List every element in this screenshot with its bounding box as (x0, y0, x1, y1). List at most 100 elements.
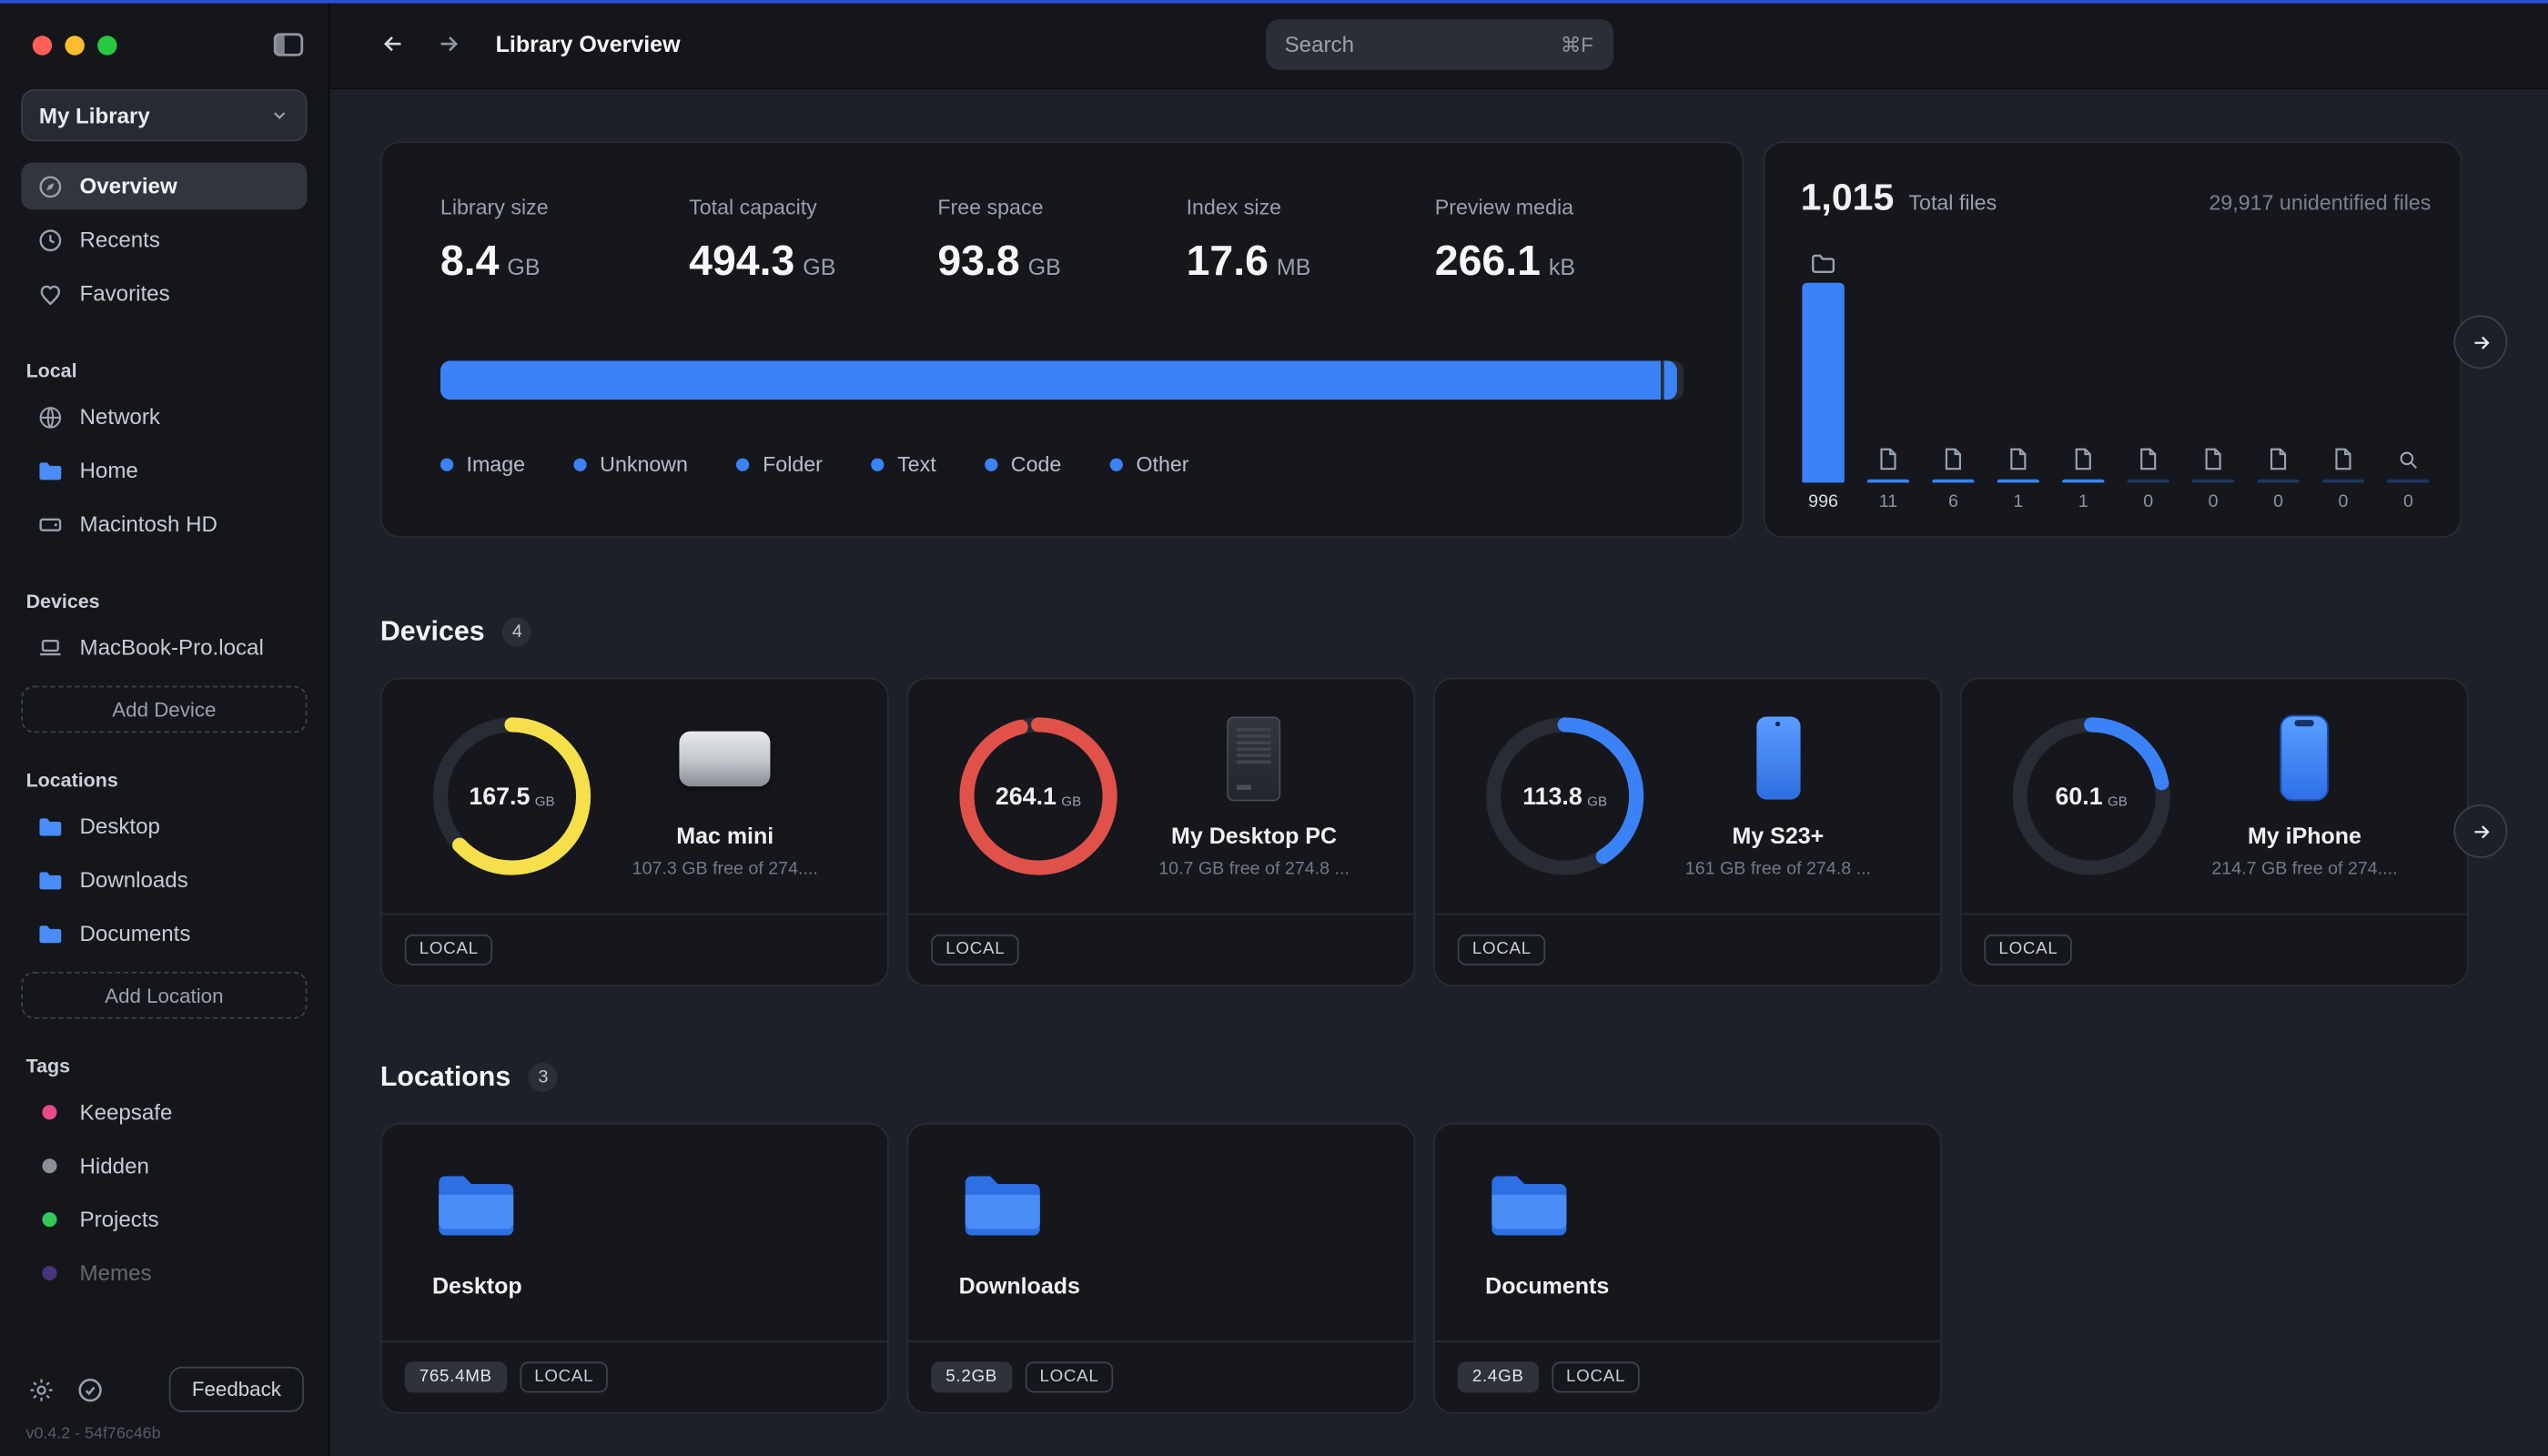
sidebar-item-macbook[interactable]: MacBook-Pro.local (21, 624, 307, 672)
folder-icon (35, 866, 63, 894)
device-usage-ring: 60.1GB (2010, 715, 2173, 878)
stat-value: 17.6 (1187, 236, 1269, 285)
arrow-right-icon (2468, 820, 2494, 843)
heart-icon (35, 279, 63, 307)
feedback-button[interactable]: Feedback (169, 1367, 304, 1412)
sidebar-item-desktop[interactable]: Desktop (21, 803, 307, 850)
location-card-downloads[interactable]: Downloads 5.2GB LOCAL (906, 1123, 1415, 1414)
settings-button[interactable] (25, 1372, 59, 1407)
sidebar-item-home[interactable]: Home (21, 447, 307, 494)
library-select[interactable]: My Library (21, 89, 307, 141)
mac-mini-image (680, 731, 771, 786)
sidebar-item-downloads[interactable]: Downloads (21, 856, 307, 904)
back-button[interactable] (372, 25, 414, 64)
sidebar-section-locations: Locations (26, 769, 308, 792)
size-badge: 2.4GB (1458, 1362, 1539, 1392)
device-card-mac-mini[interactable]: 167.5GB Mac mini 107.3 GB free of 274...… (380, 678, 889, 986)
chart-column: 0 (2385, 449, 2431, 513)
sidebar-item-overview[interactable]: Overview (21, 163, 307, 210)
legend-dot (1110, 458, 1123, 470)
local-badge: LOCAL (1552, 1362, 1640, 1392)
add-location-button[interactable]: Add Location (21, 972, 307, 1019)
clock-icon (35, 226, 63, 253)
sidebar-item-documents[interactable]: Documents (21, 910, 307, 957)
sidebar-item-label: Documents (80, 922, 191, 946)
sidebar-item-recents[interactable]: Recents (21, 217, 307, 264)
stat-unit: kB (1549, 254, 1575, 280)
device-free-space-label: 107.3 GB free of 274.... (632, 859, 818, 878)
sidebar-item-macintosh-hd[interactable]: Macintosh HD (21, 500, 307, 548)
sidebar-item-label: Projects (80, 1208, 159, 1232)
folder-icon (1485, 1170, 1572, 1242)
legend-item-other: Other (1110, 451, 1189, 476)
sidebar-tag-projects[interactable]: Projects (21, 1196, 307, 1243)
chart-column: 1 (1996, 447, 2041, 513)
stat-label: Preview media (1435, 195, 1684, 219)
window-controls (21, 0, 307, 89)
hard-drive-icon (35, 511, 63, 538)
location-card-documents[interactable]: Documents 2.4GB LOCAL (1433, 1123, 1942, 1414)
add-device-button[interactable]: Add Device (21, 686, 307, 733)
device-card-iphone[interactable]: 60.1GB My iPhone 214.7 GB free of 274...… (1960, 678, 2469, 986)
location-card-desktop[interactable]: Desktop 765.4MB LOCAL (380, 1123, 889, 1414)
sidebar-item-label: MacBook-Pro.local (80, 635, 264, 660)
file-export-icon (2269, 447, 2288, 471)
usage-bar-segment (440, 360, 1661, 399)
stat-label: Total capacity (689, 195, 937, 219)
status-check-button[interactable] (73, 1372, 107, 1407)
sidebar-item-label: Macintosh HD (80, 512, 217, 537)
stat-index-size: Index size 17.6MB (1187, 195, 1435, 286)
search-shortcut-label: ⌘F (1561, 32, 1593, 56)
minimize-window-button[interactable] (65, 35, 84, 54)
version-label: v0.4.2 - 54f76c46b (21, 1419, 307, 1456)
sidebar-section-tags: Tags (26, 1055, 308, 1077)
location-name: Downloads (959, 1272, 1414, 1299)
scroll-right-button-top[interactable] (2453, 315, 2507, 369)
legend-dot (737, 458, 750, 470)
arrow-right-icon (2468, 330, 2494, 353)
device-name: My iPhone (2248, 822, 2361, 848)
legend-dot (985, 458, 997, 470)
file-media-icon (2074, 447, 2093, 471)
sidebar-item-label: Home (80, 459, 138, 483)
sidebar-item-label: Hidden (80, 1154, 149, 1178)
app-window: My Library Overview Recents Favorites Lo… (0, 0, 2548, 1456)
legend-dot (574, 458, 587, 470)
sidebar-tag-hidden[interactable]: Hidden (21, 1142, 307, 1189)
stat-free-space: Free space 93.8GB (937, 195, 1186, 286)
close-window-button[interactable] (33, 35, 52, 54)
device-used-size: 113.8 (1522, 783, 1582, 810)
forward-button[interactable] (428, 25, 470, 64)
file-calendar-icon (2008, 447, 2027, 471)
devices-row: 167.5GB Mac mini 107.3 GB free of 274...… (380, 678, 2462, 986)
legend-item-unknown: Unknown (574, 451, 688, 476)
zoom-window-button[interactable] (97, 35, 116, 54)
sidebar-toggle-button[interactable] (269, 29, 307, 60)
sidebar-tag-keepsafe[interactable]: Keepsafe (21, 1088, 307, 1136)
scroll-right-button-devices[interactable] (2453, 804, 2507, 858)
folder-icon (35, 457, 63, 484)
stat-value: 494.3 (689, 236, 794, 285)
device-card-s23[interactable]: 113.8GB My S23+ 161 GB free of 274.8 ...… (1433, 678, 1942, 986)
tag-color-dot (42, 1212, 56, 1227)
titlebar: Library Overview ⌘F (330, 0, 2548, 89)
sidebar-toggle-icon (273, 33, 304, 57)
file-card-icon (2138, 447, 2158, 471)
file-lock-icon (2333, 447, 2352, 471)
sidebar-section-local: Local (26, 359, 308, 382)
sidebar-item-favorites[interactable]: Favorites (21, 269, 307, 317)
sidebar-item-label: Overview (80, 174, 177, 198)
search-box[interactable]: ⌘F (1265, 19, 1613, 69)
local-badge: LOCAL (1458, 935, 1546, 965)
size-badge: 765.4MB (405, 1362, 507, 1392)
stat-value: 93.8 (937, 236, 1019, 285)
file-type-legend: Image Unknown Folder Text Code Other (440, 451, 1684, 476)
device-free-space-label: 214.7 GB free of 274.... (2211, 859, 2397, 878)
search-input[interactable] (1285, 32, 1548, 56)
folder-icon (432, 1170, 520, 1242)
sidebar-tag-memes[interactable]: Memes (21, 1249, 307, 1297)
sidebar-item-network[interactable]: Network (21, 393, 307, 440)
laptop-icon (35, 633, 63, 661)
sidebar-item-label: Downloads (80, 868, 188, 893)
device-card-desktop-pc[interactable]: 264.1GB My Desktop PC 10.7 GB free of 27… (906, 678, 1415, 986)
